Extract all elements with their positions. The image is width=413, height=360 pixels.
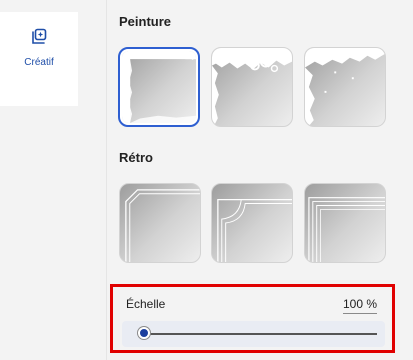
sparkle-frame-icon: [29, 26, 49, 51]
retro-frame-thumbnail-3[interactable]: [304, 183, 386, 263]
paint-frame-thumbnail-1[interactable]: [118, 47, 200, 127]
frames-panel: Peinture Rétro Échelle 100 %: [107, 0, 401, 360]
scale-control: Échelle 100 %: [110, 284, 395, 353]
slider-thumb[interactable]: [138, 327, 150, 339]
sidebar-item-label: Créatif: [24, 57, 54, 68]
scale-label: Échelle: [126, 297, 166, 311]
paint-frame-thumbnail-2[interactable]: [211, 47, 293, 127]
retro-frame-thumbnail-2[interactable]: [211, 183, 293, 263]
sidebar-item-creatif[interactable]: Créatif: [0, 12, 78, 106]
section-title-peinture: Peinture: [119, 14, 172, 29]
section-title-retro: Rétro: [119, 150, 153, 165]
left-rail: Créatif: [0, 0, 78, 360]
scale-value-input[interactable]: 100 %: [342, 297, 377, 314]
retro-frame-thumbnail-1[interactable]: [119, 183, 201, 263]
paint-frame-thumbnail-3[interactable]: [304, 47, 386, 127]
scale-slider[interactable]: [122, 321, 385, 347]
slider-track: [144, 333, 377, 335]
